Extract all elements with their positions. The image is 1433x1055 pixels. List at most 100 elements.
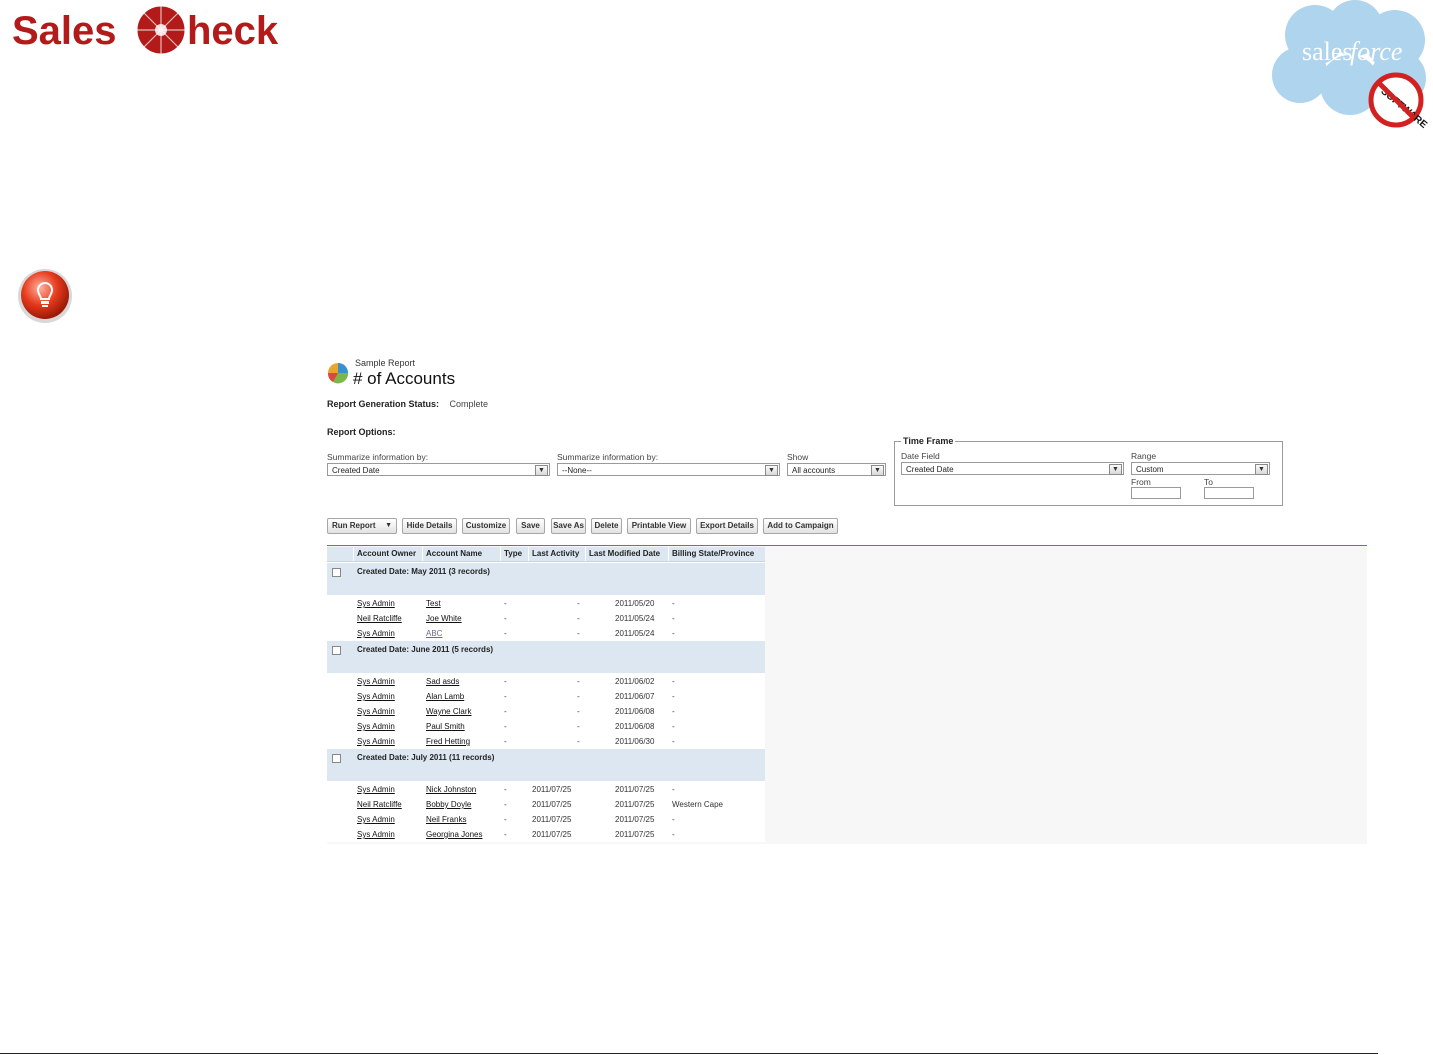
summarize1-select[interactable]: Created Date ▼	[327, 463, 550, 476]
account-name-link[interactable]: Georgina Jones	[426, 830, 482, 839]
account-name-link[interactable]: Joe White	[426, 614, 462, 623]
account-owner-link[interactable]: Neil Ratcliffe	[357, 800, 402, 809]
account-owner-link[interactable]: Sys Admin	[357, 722, 395, 731]
account-name-link[interactable]: Sad asds	[426, 677, 459, 686]
time-frame-legend: Time Frame	[901, 436, 956, 446]
hide-details-button[interactable]: Hide Details	[402, 518, 457, 534]
table-cell: -	[672, 737, 675, 746]
results-divider	[327, 545, 1367, 546]
export-details-button[interactable]: Export Details	[696, 518, 758, 534]
column-header-account-owner[interactable]: Account Owner	[357, 549, 416, 558]
group-row: Created Date: June 2011 (5 records)	[327, 641, 765, 673]
run-report-dropdown-icon[interactable]: ▼	[385, 519, 392, 533]
save-as-button[interactable]: Save As	[551, 518, 586, 534]
account-name-link[interactable]: Nick Johnston	[426, 785, 476, 794]
table-cell: -	[577, 599, 580, 608]
table-cell: -	[577, 614, 580, 623]
table-cell: -	[672, 629, 675, 638]
account-name-link[interactable]: Paul Smith	[426, 722, 465, 731]
to-date-input[interactable]	[1204, 487, 1254, 499]
column-header-last-activity[interactable]: Last Activity	[532, 549, 579, 558]
account-name-link[interactable]: Wayne Clark	[426, 707, 472, 716]
table-cell: 2011/07/25	[615, 830, 655, 839]
table-cell: -	[577, 722, 580, 731]
save-button[interactable]: Save	[516, 518, 545, 534]
table-cell: -	[577, 707, 580, 716]
table-cell: -	[504, 599, 507, 608]
range-select[interactable]: Custom ▼	[1131, 462, 1270, 475]
time-frame-fieldset: Time Frame Date Field Created Date ▼ Ran…	[894, 436, 1283, 506]
table-row: Sys Admin Neil Franks - 2011/07/25 2011/07/2…	[327, 812, 765, 827]
date-field-label: Date Field	[901, 451, 940, 461]
show-label: Show	[787, 452, 809, 462]
column-header-account-name[interactable]: Account Name	[426, 549, 482, 558]
table-cell: 2011/05/24	[615, 629, 655, 638]
table-cell: -	[504, 722, 507, 731]
printable-view-button[interactable]: Printable View	[627, 518, 691, 534]
account-owner-link[interactable]: Sys Admin	[357, 815, 395, 824]
account-owner-link[interactable]: Neil Ratcliffe	[357, 614, 402, 623]
account-name-link[interactable]: Neil Franks	[426, 815, 466, 824]
table-cell: -	[577, 677, 580, 686]
group-row: Created Date: May 2011 (3 records)	[327, 563, 765, 595]
range-value: Custom	[1136, 465, 1164, 474]
run-report-button[interactable]: Run Report ▼	[327, 518, 397, 534]
account-owner-link[interactable]: Sys Admin	[357, 692, 395, 701]
account-name-link[interactable]: Fred Hetting	[426, 737, 470, 746]
table-row: Sys Admin Nick Johnston - 2011/07/25 2011/07…	[327, 782, 765, 797]
group-label: Created Date: July 2011 (11 records)	[357, 753, 495, 762]
table-row: Sys Admin Wayne Clark - - 2011/06/08 -	[327, 704, 765, 719]
group-checkbox[interactable]	[332, 646, 341, 655]
account-owner-link[interactable]: Sys Admin	[357, 629, 395, 638]
date-field-select[interactable]: Created Date ▼	[901, 462, 1124, 475]
account-owner-link[interactable]: Sys Admin	[357, 599, 395, 608]
account-owner-link[interactable]: Sys Admin	[357, 737, 395, 746]
delete-button[interactable]: Delete	[591, 518, 622, 534]
group-checkbox[interactable]	[332, 754, 341, 763]
column-header-type[interactable]: Type	[504, 549, 522, 558]
date-field-value: Created Date	[906, 465, 954, 474]
chevron-down-icon: ▼	[871, 465, 884, 476]
summarize1-value: Created Date	[332, 466, 380, 475]
salescheck-logo-text-right: heck	[187, 9, 279, 53]
table-cell: -	[672, 692, 675, 701]
table-cell: 2011/06/02	[615, 677, 655, 686]
customize-button[interactable]: Customize	[462, 518, 510, 534]
report-header: Sample Report # of Accounts	[327, 356, 1367, 392]
account-name-link[interactable]: Test	[426, 599, 441, 608]
table-cell: -	[577, 692, 580, 701]
account-owner-link[interactable]: Sys Admin	[357, 677, 395, 686]
table-cell: -	[672, 599, 675, 608]
lightbulb-tip-icon	[16, 266, 76, 326]
table-cell: 2011/06/08	[615, 707, 655, 716]
from-date-input[interactable]	[1131, 487, 1181, 499]
column-separator	[500, 547, 501, 561]
account-owner-link[interactable]: Sys Admin	[357, 707, 395, 716]
report-subtitle: Sample Report	[355, 358, 416, 368]
column-header-billing-state-province[interactable]: Billing State/Province	[672, 549, 754, 558]
account-name-link[interactable]: ABC	[426, 629, 442, 638]
column-separator	[585, 547, 586, 561]
add-to-campaign-button[interactable]: Add to Campaign	[763, 518, 838, 534]
salescheck-logo: Sales heck	[12, 4, 292, 56]
show-select[interactable]: All accounts ▼	[787, 463, 886, 476]
group-checkbox[interactable]	[332, 568, 341, 577]
account-name-link[interactable]: Alan Lamb	[426, 692, 464, 701]
salescheck-logo-text-left: Sales	[12, 9, 117, 53]
table-row: Sys Admin Alan Lamb - - 2011/06/07 -	[327, 689, 765, 704]
report-panel: Sample Report # of Accounts Report Gener…	[327, 356, 1367, 844]
account-owner-link[interactable]: Sys Admin	[357, 785, 395, 794]
table-cell: 2011/06/30	[615, 737, 655, 746]
account-owner-link[interactable]: Sys Admin	[357, 830, 395, 839]
account-name-link[interactable]: Bobby Doyle	[426, 800, 471, 809]
table-cell: -	[672, 677, 675, 686]
table-cell: -	[504, 737, 507, 746]
table-cell: 2011/05/20	[615, 599, 655, 608]
summarize1-label: Summarize information by:	[327, 452, 429, 462]
summarize2-select[interactable]: --None-- ▼	[557, 463, 780, 476]
status-value: Complete	[449, 399, 489, 409]
table-row: Sys Admin Paul Smith - - 2011/06/08 -	[327, 719, 765, 734]
status-label: Report Generation Status:	[327, 399, 440, 409]
table-cell: -	[504, 629, 507, 638]
column-header-last-modified-date[interactable]: Last Modified Date	[589, 549, 660, 558]
